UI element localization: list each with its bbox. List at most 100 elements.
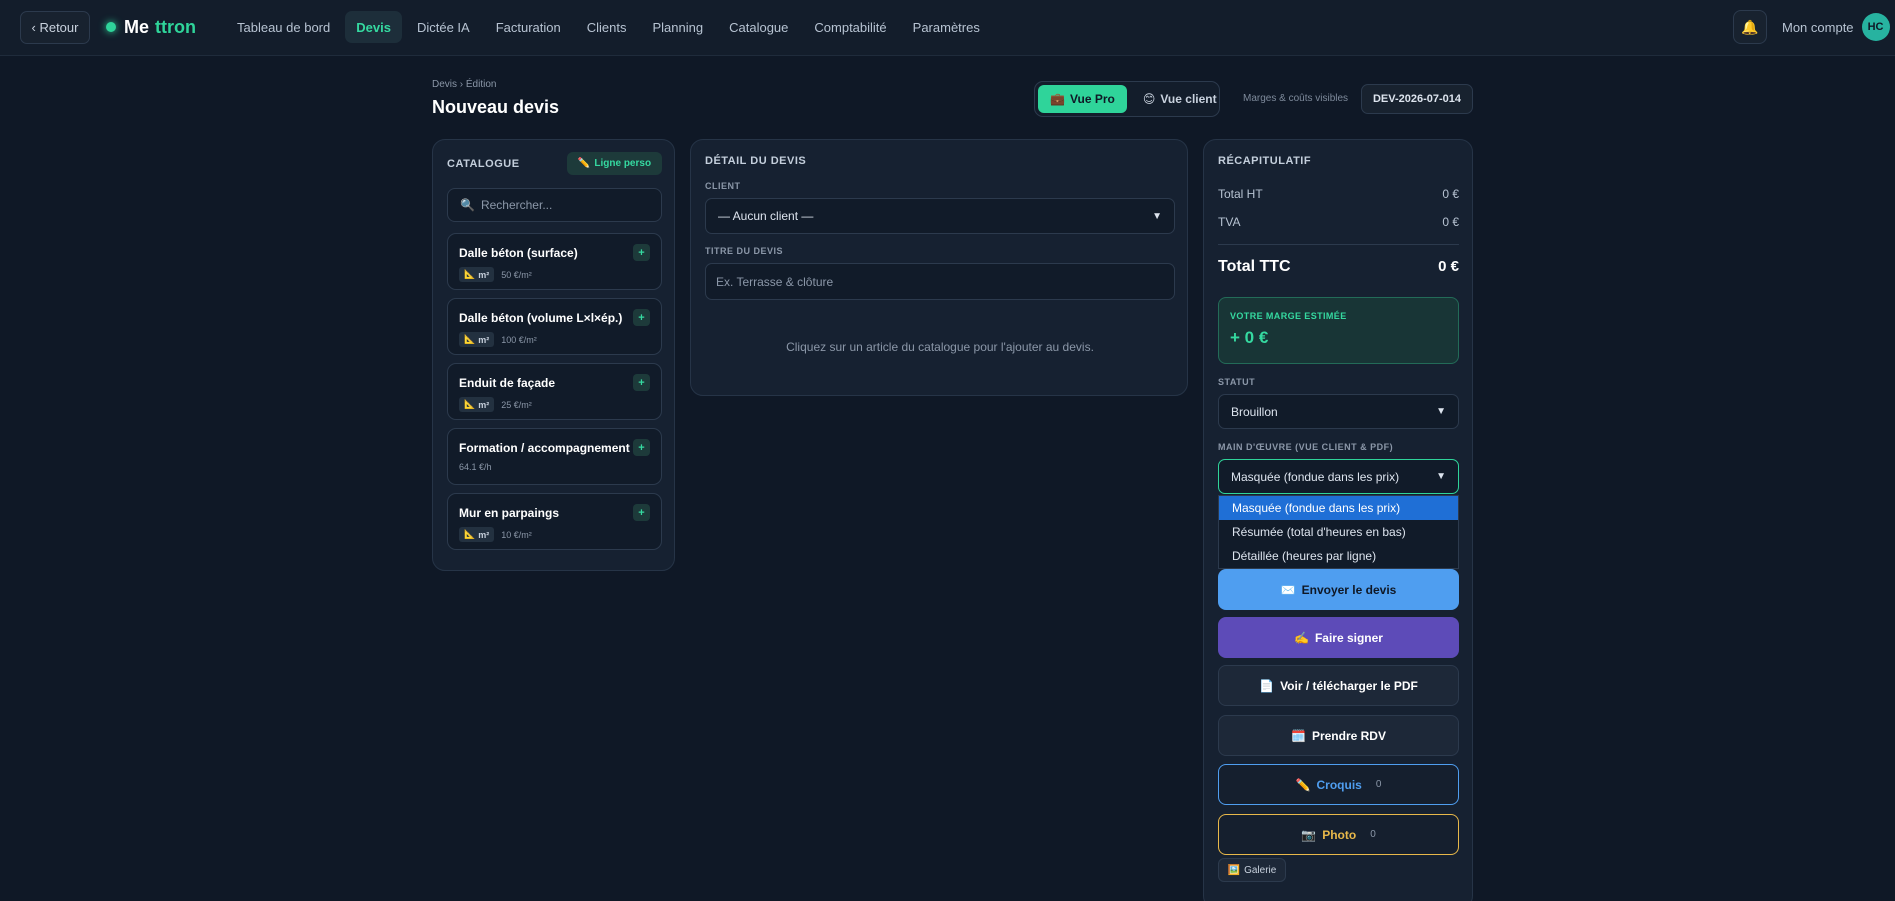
catalogue-item[interactable]: Enduit de façade + 📐 m² 25 €/m²	[447, 363, 662, 420]
appointment-label: Prendre RDV	[1311, 728, 1386, 743]
catalogue-item-name: Mur en parpaings	[459, 506, 560, 520]
add-item-button[interactable]: +	[633, 244, 650, 261]
account-menu[interactable]: Mon compte HC	[1782, 13, 1890, 41]
ruler-icon: 📐	[464, 399, 476, 409]
quote-title-field	[705, 263, 1175, 300]
signature-icon: ✍️	[1294, 630, 1309, 645]
catalogue-item[interactable]: Dalle béton (volume L×l×ép.) + 📐 m² 100 €…	[447, 298, 662, 355]
avatar: HC	[1861, 13, 1890, 41]
pencil-icon: ✏️	[1295, 777, 1311, 792]
custom-line-button[interactable]: ✏️ Ligne perso	[567, 152, 662, 175]
photo-label: Photo	[1322, 827, 1357, 842]
request-signature-button[interactable]: ✍️ Faire signer	[1218, 617, 1459, 658]
sketch-count: 0	[1375, 779, 1382, 790]
catalogue-item-price: 50 €/m²	[501, 269, 532, 280]
client-select-value: — Aucun client —	[718, 209, 814, 223]
quote-detail-panel: DÉTAIL DU DEVIS CLIENT — Aucun client — …	[690, 139, 1188, 396]
labor-option[interactable]: Masquée (fondue dans les prix)	[1219, 496, 1458, 520]
add-item-button[interactable]: +	[633, 374, 650, 391]
unit-badge: 📐 m²	[459, 397, 495, 412]
total-ht-label: Total HT	[1218, 187, 1263, 201]
gallery-button[interactable]: 🖼️ Galerie	[1218, 858, 1286, 882]
status-select[interactable]: Brouillon ▼	[1218, 394, 1459, 429]
view-client-button[interactable]: 😊 Vue client	[1131, 85, 1229, 113]
logo-text: Me ttron	[124, 16, 196, 37]
unit-badge: 📐 m²	[459, 332, 495, 347]
add-item-button[interactable]: +	[633, 439, 650, 456]
nav-item-parametres[interactable]: Paramètres	[902, 11, 991, 43]
client-select[interactable]: — Aucun client — ▼	[705, 198, 1175, 234]
send-quote-button[interactable]: ✉️ Envoyer le devis	[1218, 569, 1459, 610]
send-quote-label: Envoyer le devis	[1301, 582, 1397, 597]
nav-item-dictee-ia[interactable]: Dictée IA	[406, 11, 481, 43]
status-select-value: Brouillon	[1231, 404, 1278, 419]
pdf-label: Voir / télécharger le PDF	[1280, 678, 1418, 693]
custom-line-label: Ligne perso	[594, 158, 652, 169]
catalogue-item-meta: 📐 m² 25 €/m²	[459, 397, 532, 412]
recap-divider	[1218, 244, 1459, 245]
smiley-icon: 😊	[1142, 92, 1156, 106]
add-item-button[interactable]: +	[633, 309, 650, 326]
gallery-label: Galerie	[1244, 864, 1277, 876]
labor-select-value: Masquée (fondue dans les prix)	[1231, 469, 1400, 484]
catalogue-item-meta: 📐 m² 50 €/m²	[459, 267, 532, 282]
labor-option[interactable]: Détaillée (heures par ligne)	[1219, 544, 1458, 568]
app-logo[interactable]: Me ttron	[106, 14, 196, 40]
nav-item-devis[interactable]: Devis	[345, 11, 402, 43]
total-ht-row: Total HT 0 €	[1218, 187, 1459, 201]
empty-state-hint: Cliquez sur un article du catalogue pour…	[786, 340, 1094, 354]
back-button[interactable]: ‹ Retour	[20, 11, 90, 44]
catalogue-item[interactable]: Formation / accompagnement + 64.1 €/h	[447, 428, 662, 485]
catalogue-search-input[interactable]	[480, 198, 651, 212]
view-pro-button[interactable]: 💼 Vue Pro	[1038, 85, 1127, 113]
nav-item-clients[interactable]: Clients	[576, 11, 638, 43]
pdf-button[interactable]: 📄 Voir / télécharger le PDF	[1218, 665, 1459, 706]
nav-item-catalogue[interactable]: Catalogue	[718, 11, 799, 43]
detail-title: DÉTAIL DU DEVIS	[705, 155, 807, 167]
labor-dropdown-list: Masquée (fondue dans les prix) Résumée (…	[1218, 495, 1459, 569]
nav-item-planning[interactable]: Planning	[642, 11, 715, 43]
page-title: Nouveau devis	[432, 97, 560, 117]
estimated-margin-label: VOTRE MARGE ESTIMÉE	[1230, 311, 1347, 321]
briefcase-icon: 💼	[1050, 92, 1065, 106]
catalogue-item-price: 25 €/m²	[501, 399, 532, 410]
labor-option[interactable]: Résumée (total d'heures en bas)	[1219, 520, 1458, 544]
catalogue-item-meta: 📐 m² 100 €/m²	[459, 332, 537, 347]
nav-item-comptabilite[interactable]: Comptabilité	[803, 11, 897, 43]
ruler-icon: 📐	[464, 529, 476, 539]
back-button-label: ‹ Retour	[31, 20, 79, 35]
tva-row: TVA 0 €	[1218, 215, 1459, 229]
catalogue-panel: CATALOGUE ✏️ Ligne perso 🔍 Dalle béton (…	[432, 139, 675, 571]
pencil-icon: ✏️	[577, 158, 591, 169]
photo-button[interactable]: 📷 Photo 0	[1218, 814, 1459, 855]
estimated-margin-box: VOTRE MARGE ESTIMÉE + 0 €	[1218, 297, 1459, 364]
recap-panel: RÉCAPITULATIF Total HT 0 € TVA 0 € Total…	[1203, 139, 1473, 901]
sketch-button[interactable]: ✏️ Croquis 0	[1218, 764, 1459, 805]
top-navigation-bar: ‹ Retour Me ttron Tableau de bord Devis D…	[0, 0, 1895, 56]
photo-count: 0	[1370, 829, 1376, 840]
logo-dot-icon	[106, 22, 116, 32]
labor-label: MAIN D'ŒUVRE (VUE CLIENT & PDF)	[1218, 442, 1394, 452]
catalogue-item[interactable]: Dalle béton (surface) + 📐 m² 50 €/m²	[447, 233, 662, 290]
nav-item-facturation[interactable]: Facturation	[485, 11, 572, 43]
tva-label: TVA	[1218, 215, 1241, 229]
nav-item-tableau-de-bord[interactable]: Tableau de bord	[226, 11, 341, 43]
catalogue-item[interactable]: Mur en parpaings + 📐 m² 10 €/m²	[447, 493, 662, 550]
breadcrumb: Devis › Édition	[432, 79, 497, 90]
camera-icon: 📷	[1301, 827, 1317, 842]
total-ttc-value: 0 €	[1438, 258, 1459, 275]
quote-title-input[interactable]	[716, 274, 1164, 289]
notifications-button[interactable]: 🔔	[1733, 10, 1767, 44]
document-icon: 📄	[1259, 678, 1275, 693]
catalogue-search: 🔍	[447, 188, 662, 222]
appointment-button[interactable]: 🗓️ Prendre RDV	[1218, 715, 1459, 756]
sketch-label: Croquis	[1316, 777, 1362, 792]
status-label: STATUT	[1218, 377, 1256, 387]
recap-title: RÉCAPITULATIF	[1218, 155, 1312, 167]
catalogue-item-price: 64.1 €/h	[459, 462, 492, 472]
add-item-button[interactable]: +	[633, 504, 650, 521]
catalogue-item-name: Dalle béton (volume L×l×ép.)	[459, 311, 623, 325]
labor-select[interactable]: Masquée (fondue dans les prix) ▼	[1218, 459, 1459, 494]
calendar-icon: 🗓️	[1291, 728, 1306, 743]
catalogue-item-meta: 📐 m² 10 €/m²	[459, 527, 532, 542]
